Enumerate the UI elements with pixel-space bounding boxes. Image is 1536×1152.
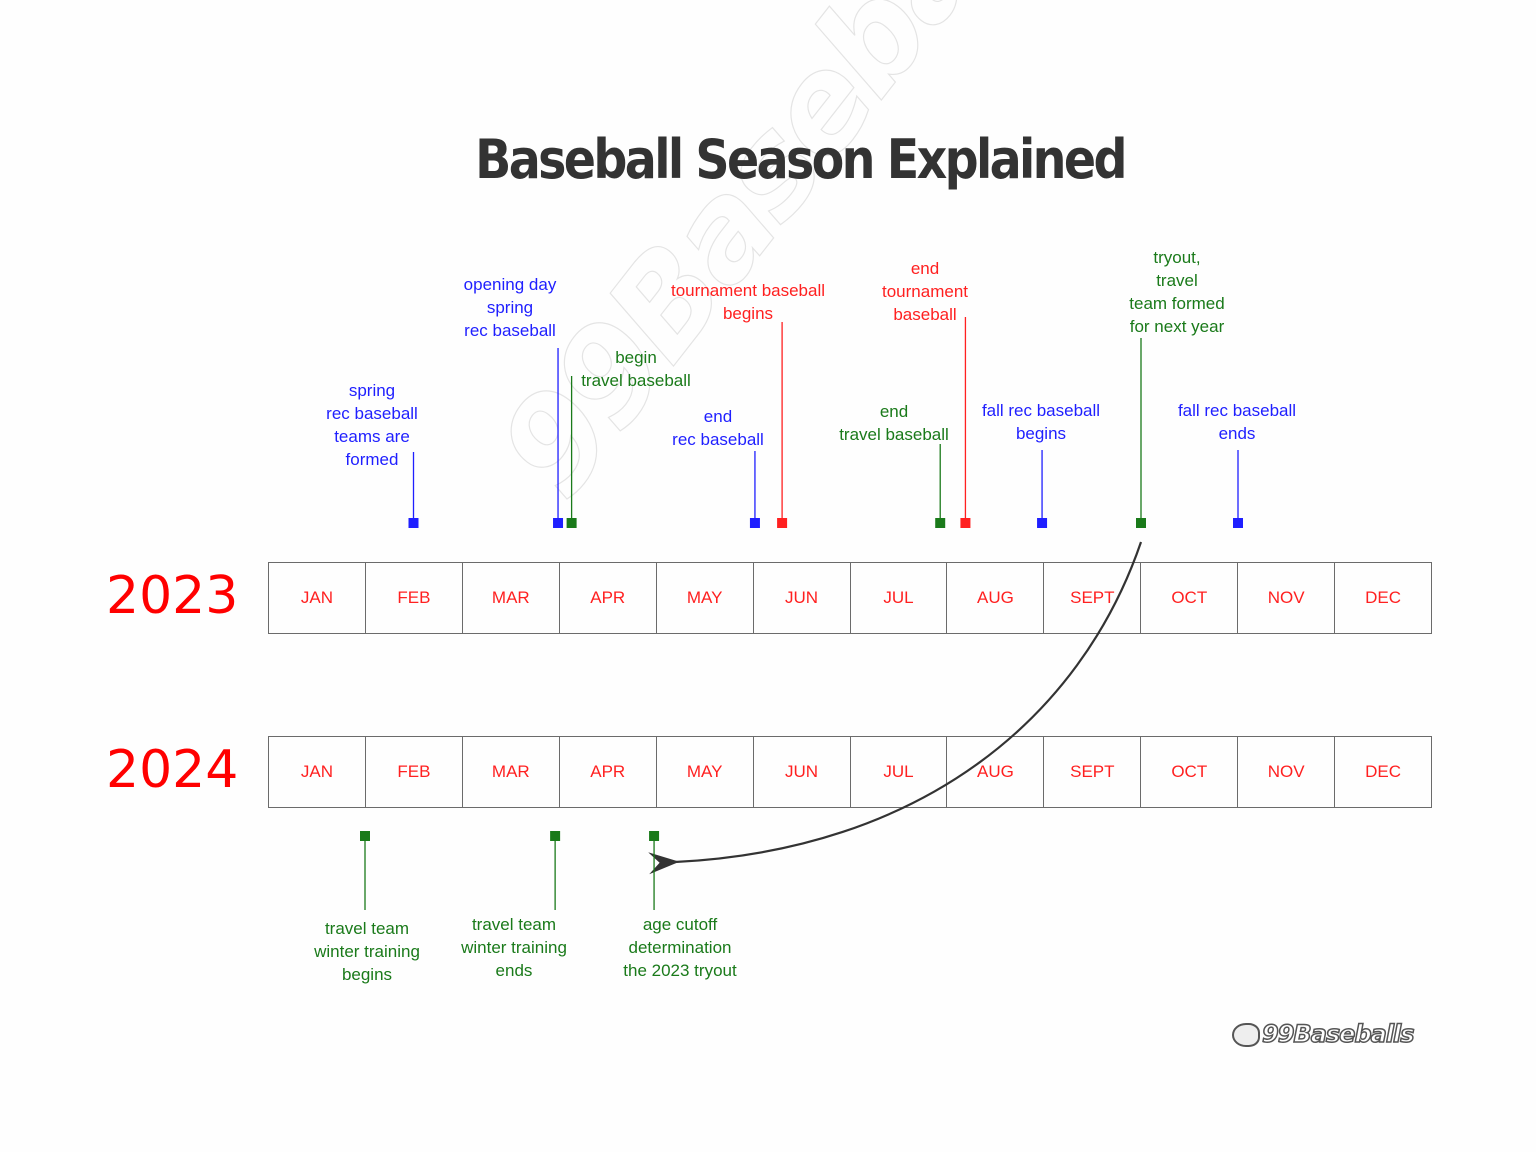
event-label-line: rec baseball [464,321,556,340]
event-label-line: age cutoff [642,915,718,934]
event-label-2024: age cutoff determination the 2023 tryout [623,913,736,982]
tryout-to-age-cutoff-arrow [648,541,1143,875]
event-label-line: travel team [471,915,557,934]
event-marker [553,518,564,528]
event-marker [649,831,660,841]
event-marker [960,518,971,528]
event-label-line: begins [1015,424,1067,443]
event-label-line: opening day [463,275,557,294]
event-marker [360,831,370,841]
event-label-line: fall rec baseball [981,401,1101,420]
event-label-2023: begin travel baseball [581,346,691,392]
event-label-line: travel baseball [581,371,691,390]
event-label-line: ends [1218,424,1256,443]
event-label-line: begins [341,965,393,984]
event-marker [935,518,946,528]
event-label-2023: opening day spring rec baseball [464,273,557,342]
event-marker [1233,518,1243,528]
event-label-line: tryout, [1153,248,1201,267]
event-label-2023: end travel baseball [839,400,949,446]
event-label-2023: fall rec baseball ends [1178,399,1296,445]
event-label-2023: fall rec baseball begins [982,399,1100,445]
event-label-2023: spring rec baseball teams are formed [326,379,418,471]
event-label-line: spring [348,381,396,400]
event-label-2023: end tournament baseball [882,257,968,326]
event-label-line: travel baseball [839,425,949,444]
event-label-line: travel team [324,919,410,938]
event-label-line: spring [486,298,534,317]
event-marker [749,518,760,528]
logo-text: 99Baseballs [1261,1019,1415,1049]
event-label-2023: end rec baseball [672,405,764,451]
event-label-line: end [879,402,909,421]
event-marker [1037,518,1048,528]
timeline-markers [360,317,1243,910]
event-label-line: begins [722,304,774,323]
event-label-line: fall rec baseball [1177,401,1297,420]
event-label-line: teams are [334,427,410,446]
event-label-line: determination [628,938,732,957]
event-label-line: travel [1156,271,1198,290]
event-marker [550,831,561,841]
event-label-line: begin [615,348,657,367]
event-marker [408,518,419,528]
event-label-line: for next year [1129,317,1225,336]
event-label-line: the 2023 tryout [623,961,737,980]
event-marker [566,518,577,528]
event-label-2024: travel team winter training ends [461,913,567,982]
event-label-line: winter training [314,942,420,961]
event-label-line: end [703,407,733,426]
event-label-line: formed [345,450,399,469]
baseball-glove-icon [1232,1023,1260,1047]
event-marker [777,518,788,528]
event-label-line: winter training [461,938,567,957]
event-label-line: end [910,259,940,278]
event-marker [1136,518,1146,528]
event-label-2023: tryout, travel team formed for next year [1129,246,1224,338]
event-label-line: baseball [893,305,957,324]
brand-logo: 99Baseballs [1232,1019,1415,1049]
event-label-2023: tournament baseball begins [671,279,825,325]
event-label-line: team formed [1129,294,1225,313]
event-label-line: tournament baseball [670,281,826,300]
event-label-line: ends [495,961,533,980]
event-label-line: tournament [882,282,968,301]
event-label-2024: travel team winter training begins [314,917,420,986]
event-label-line: rec baseball [672,430,764,449]
event-label-line: rec baseball [326,404,418,423]
